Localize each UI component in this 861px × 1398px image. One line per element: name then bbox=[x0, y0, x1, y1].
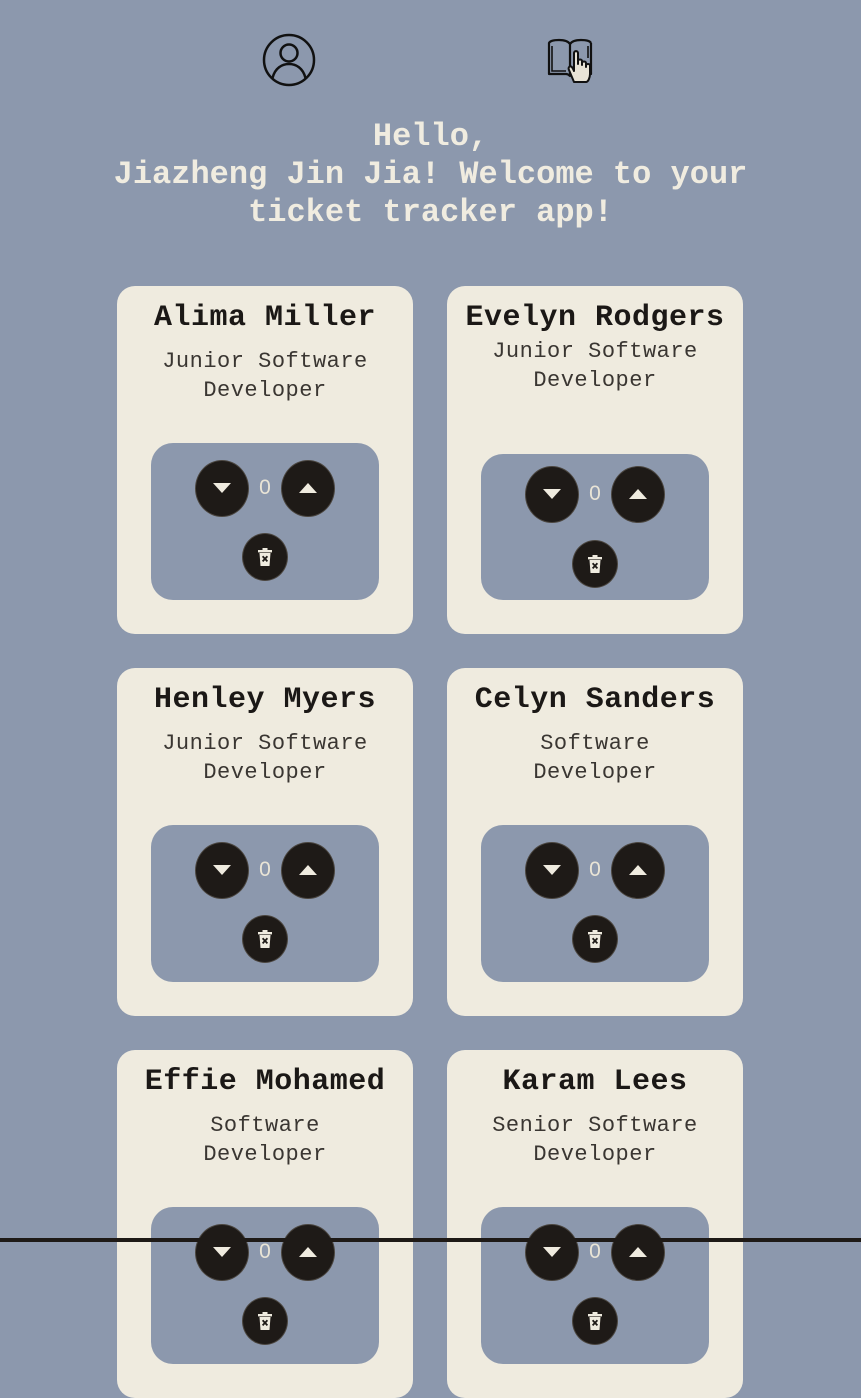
ticket-count: 0 bbox=[259, 1240, 271, 1263]
increment-button[interactable] bbox=[281, 459, 335, 517]
employee-name: Evelyn Rodgers bbox=[465, 301, 725, 335]
decrement-button[interactable] bbox=[195, 1223, 249, 1281]
ticket-counter-panel: 0 bbox=[151, 1207, 379, 1364]
welcome-heading: Hello, Jiazheng Jin Jia! Welcome to your… bbox=[60, 118, 801, 232]
trash-icon bbox=[588, 555, 602, 573]
decrement-button[interactable] bbox=[525, 465, 579, 523]
caret-down-icon bbox=[543, 1247, 561, 1257]
caret-down-icon bbox=[213, 1247, 231, 1257]
greeting-line-2: Jiazheng Jin Jia! Welcome to your ticket… bbox=[113, 156, 748, 231]
employee-role: Software Developer bbox=[533, 731, 657, 785]
employee-name: Henley Myers bbox=[153, 683, 377, 717]
caret-down-icon bbox=[213, 865, 231, 875]
employee-role: Senior Software Developer bbox=[492, 1113, 698, 1167]
delete-button[interactable] bbox=[572, 915, 618, 963]
employee-card: Alima Miller Junior Software Developer 0 bbox=[117, 286, 413, 634]
employee-name: Karam Lees bbox=[502, 1065, 688, 1099]
employee-card: Evelyn Rodgers Junior Software Developer… bbox=[447, 286, 743, 634]
increment-button[interactable] bbox=[611, 841, 665, 899]
trash-icon bbox=[258, 548, 272, 566]
profile-button[interactable] bbox=[261, 32, 317, 88]
ticket-counter-panel: 0 bbox=[481, 454, 709, 600]
decrement-button[interactable] bbox=[195, 459, 249, 517]
employee-card: Effie Mohamed Software Developer 0 bbox=[117, 1050, 413, 1398]
caret-down-icon bbox=[213, 483, 231, 493]
increment-button[interactable] bbox=[611, 465, 665, 523]
delete-button[interactable] bbox=[572, 540, 618, 588]
caret-up-icon bbox=[629, 865, 647, 875]
employee-name: Effie Mohamed bbox=[144, 1065, 386, 1099]
trash-icon bbox=[588, 1312, 602, 1330]
delete-button[interactable] bbox=[572, 1297, 618, 1345]
increment-button[interactable] bbox=[281, 841, 335, 899]
employee-role: Junior Software Developer bbox=[162, 731, 368, 785]
employee-name: Celyn Sanders bbox=[474, 683, 716, 717]
ticket-count: 0 bbox=[259, 476, 271, 499]
caret-up-icon bbox=[299, 1247, 317, 1257]
employee-name: Alima Miller bbox=[153, 301, 377, 335]
window-bottom-edge bbox=[0, 1238, 861, 1242]
ticket-count: 0 bbox=[259, 858, 271, 881]
decrement-button[interactable] bbox=[525, 1223, 579, 1281]
tickets-button[interactable] bbox=[543, 32, 599, 88]
employee-role: Junior Software Developer bbox=[162, 349, 368, 403]
caret-up-icon bbox=[629, 1247, 647, 1257]
user-circle-icon bbox=[262, 33, 316, 87]
ticket-count: 0 bbox=[589, 482, 601, 505]
decrement-button[interactable] bbox=[195, 841, 249, 899]
caret-down-icon bbox=[543, 489, 561, 499]
delete-button[interactable] bbox=[242, 1297, 288, 1345]
trash-icon bbox=[258, 1312, 272, 1330]
ticket-counter-panel: 0 bbox=[481, 1207, 709, 1364]
ticket-count: 0 bbox=[589, 1240, 601, 1263]
trash-icon bbox=[258, 930, 272, 948]
employee-card: Henley Myers Junior Software Developer 0 bbox=[117, 668, 413, 1016]
employee-role: Junior Software Developer bbox=[492, 339, 698, 393]
delete-button[interactable] bbox=[242, 533, 288, 581]
caret-down-icon bbox=[543, 865, 561, 875]
caret-up-icon bbox=[299, 865, 317, 875]
delete-button[interactable] bbox=[242, 915, 288, 963]
ticket-counter-panel: 0 bbox=[481, 825, 709, 982]
increment-button[interactable] bbox=[611, 1223, 665, 1281]
ticket-count: 0 bbox=[589, 858, 601, 881]
trash-icon bbox=[588, 930, 602, 948]
ticket-counter-panel: 0 bbox=[151, 825, 379, 982]
greeting-line-1: Hello, bbox=[372, 118, 489, 155]
caret-up-icon bbox=[629, 489, 647, 499]
employee-card: Celyn Sanders Software Developer 0 bbox=[447, 668, 743, 1016]
increment-button[interactable] bbox=[281, 1223, 335, 1281]
decrement-button[interactable] bbox=[525, 841, 579, 899]
caret-up-icon bbox=[299, 483, 317, 493]
employee-card: Karam Lees Senior Software Developer 0 bbox=[447, 1050, 743, 1398]
book-hand-icon bbox=[547, 38, 593, 83]
ticket-counter-panel: 0 bbox=[151, 443, 379, 600]
top-navigation bbox=[0, 32, 861, 88]
employee-role: Software Developer bbox=[203, 1113, 327, 1167]
